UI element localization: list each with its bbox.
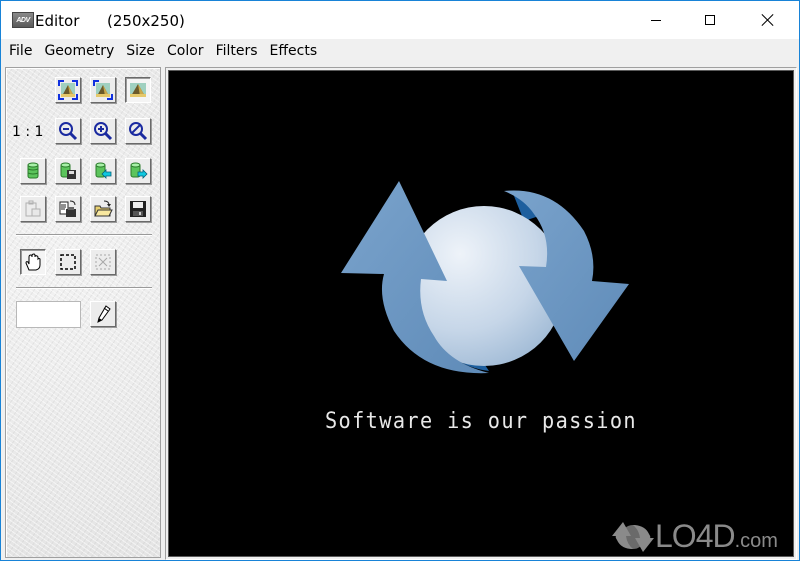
hand-pan-tool-button[interactable] [20,249,46,275]
maximize-icon [705,15,715,25]
app-logo-icon: ADV [12,12,34,28]
watermark-suffix: .com [734,530,778,552]
menu-file[interactable]: File [3,39,38,63]
database-button[interactable] [20,158,46,184]
open-folder-icon [94,200,113,217]
menu-effects[interactable]: Effects [264,39,324,63]
database-save-icon [60,162,76,179]
database-import-icon [95,162,112,179]
maximize-button[interactable] [687,1,733,39]
color-value-field[interactable] [16,301,81,328]
copy-to-clipboard-icon [59,200,76,217]
close-button[interactable] [745,1,791,39]
actual-size-icon [130,83,146,97]
rectangle-select-icon [60,254,76,270]
database-export-icon [130,162,148,179]
lo4d-logo-icon [612,521,654,552]
watermark-brand-text: LO4D [655,518,736,554]
fit-to-window-icon [58,80,78,100]
database-import-button[interactable] [90,158,116,184]
copy-to-clipboard-button[interactable] [55,196,81,222]
tool-panel: 1 : 1 [5,67,161,558]
zoom-reset-icon [129,122,148,141]
open-folder-button[interactable] [90,196,116,222]
database-export-button[interactable] [125,158,151,184]
window-title: Editor [35,12,80,30]
paste-icon [25,200,41,217]
minimize-button[interactable] [633,1,679,39]
fit-width-button[interactable] [90,77,116,103]
fit-width-icon [93,80,113,100]
zoom-out-button[interactable] [55,118,81,144]
zoom-reset-button[interactable] [125,118,151,144]
editor-window: ADV Editor (250x250) File Geometry Size … [0,0,800,561]
zoom-in-button[interactable] [90,118,116,144]
menu-filters[interactable]: Filters [210,39,264,63]
title-bar[interactable]: ADV Editor (250x250) [1,1,799,39]
zoom-out-icon [59,122,78,141]
watermark-brand: LO4D.com [655,518,778,555]
image-canvas[interactable]: Software is our passion LO4D.com [168,70,794,557]
paste-button [20,196,46,222]
lo4d-watermark: LO4D.com [611,518,778,555]
tagline-text: Software is our passion [324,409,637,434]
menu-bar: File Geometry Size Color Filters Effects [1,39,799,63]
minimize-icon [651,19,661,21]
sync-arrows-logo-image [341,181,629,374]
menu-size[interactable]: Size [120,39,161,63]
crop-select-icon [95,254,111,270]
zoom-ratio-label: 1 : 1 [12,124,44,140]
actual-size-button[interactable] [125,77,151,103]
database-save-button[interactable] [55,158,81,184]
save-button[interactable] [125,196,151,222]
save-icon [130,201,146,217]
rectangle-select-button[interactable] [55,249,81,275]
separator [16,287,152,289]
image-dimensions: (250x250) [107,12,185,30]
image-canvas-frame: Software is our passion LO4D.com [165,67,797,560]
zoom-in-icon [94,122,113,141]
close-icon [762,14,774,26]
database-icon [27,162,39,179]
separator [16,234,152,236]
hand-pan-icon [25,253,41,271]
menu-color[interactable]: Color [161,39,210,63]
color-picker-button[interactable] [90,301,116,327]
fit-to-window-button[interactable] [55,77,81,103]
menu-geometry[interactable]: Geometry [38,39,120,63]
pencil-icon [97,305,111,323]
crop-select-button [90,249,116,275]
